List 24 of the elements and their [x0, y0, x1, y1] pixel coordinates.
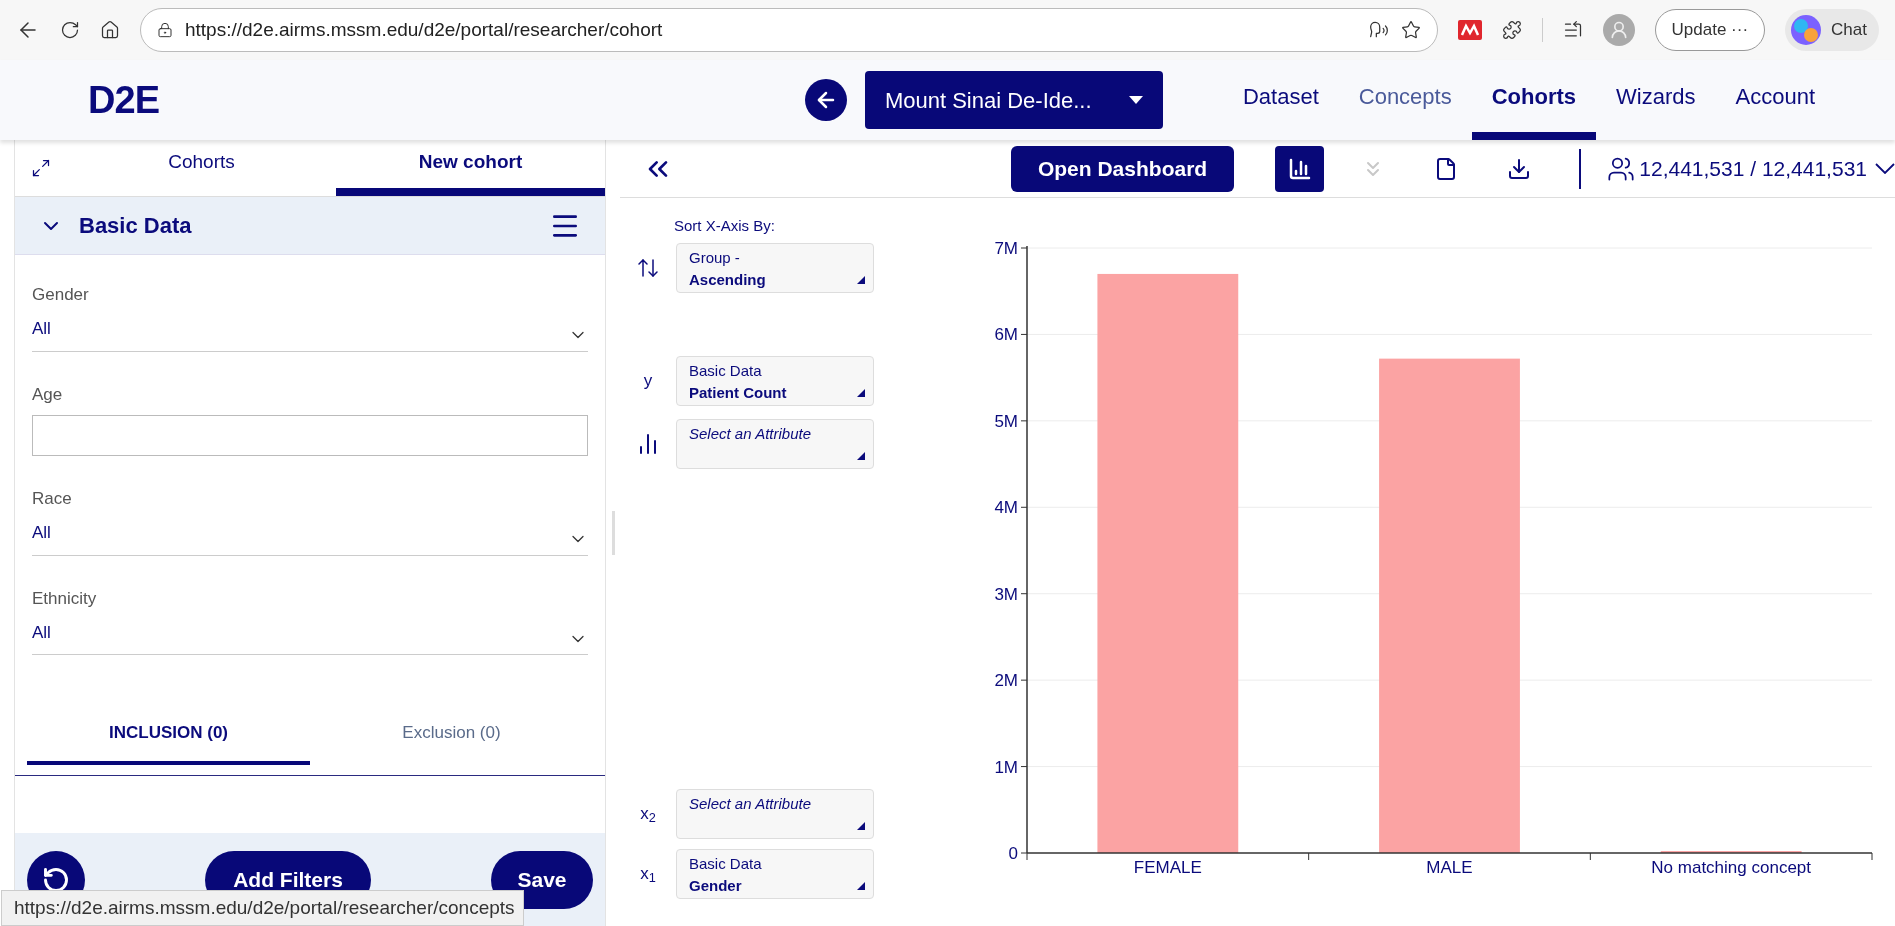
- sort-label: Sort X-Axis By:: [674, 216, 776, 236]
- url-text: https://d2e.airms.mssm.edu/d2e/portal/researcher/cohort: [185, 17, 663, 42]
- category-label: FEMALE: [1133, 858, 1202, 877]
- field-label: Gender: [32, 284, 90, 306]
- axis-label: y: [643, 369, 653, 392]
- category-label: MALE: [1426, 858, 1473, 877]
- field-label: Race: [32, 488, 73, 510]
- status-tooltip: https://d2e.airms.mssm.edu/d2e/portal/researcher/concepts: [1, 890, 524, 926]
- field-label: Ethnicity: [32, 587, 98, 610]
- axis-tick-label: 0: [1008, 844, 1018, 863]
- axis-tick-label: 1M: [994, 757, 1018, 777]
- axis-label: x$_{1}$: [640, 863, 656, 887]
- axis-label: x$_{2}$: [640, 803, 656, 827]
- axis-tick-label: 4M: [994, 498, 1018, 518]
- axis-tick-label: 5M: [994, 411, 1018, 431]
- section-title: Basic Data: [79, 212, 193, 240]
- category-label: No matching concept: [1651, 858, 1811, 877]
- axis-tick-label: 6M: [994, 325, 1018, 345]
- chat-label: Chat: [1831, 19, 1867, 42]
- field-label: Age: [32, 383, 64, 406]
- patient-count: 12,441,531 / 12,441,531: [1639, 155, 1867, 182]
- axis-tick-label: 2M: [994, 671, 1018, 691]
- axis-tick-label: 3M: [994, 584, 1018, 604]
- axis-tick-label: 7M: [994, 239, 1018, 258]
